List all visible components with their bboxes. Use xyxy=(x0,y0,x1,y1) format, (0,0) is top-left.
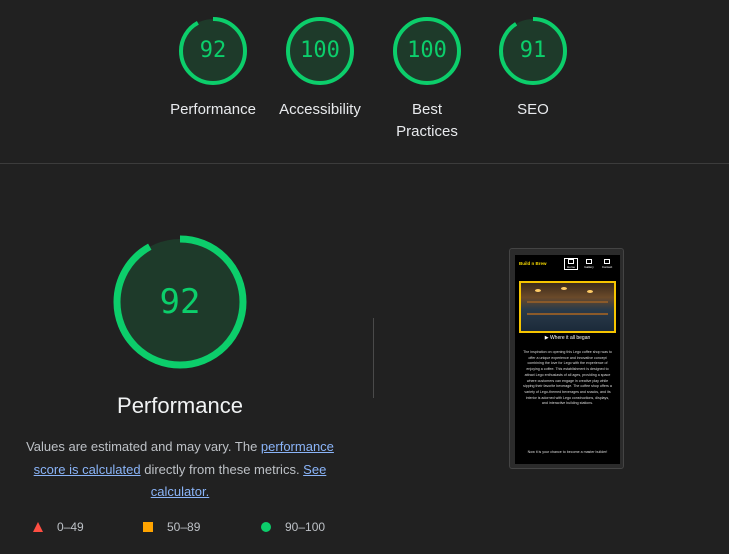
thumbnail-hero-image xyxy=(519,281,616,333)
performance-gauge-large: 92 xyxy=(110,232,250,372)
page-screenshot-thumbnail[interactable]: Build n Brew Home Gallery Contact ▶ Wher… xyxy=(509,248,624,469)
section-divider xyxy=(0,163,729,164)
legend-average: 50–89 xyxy=(143,520,200,534)
contact-icon xyxy=(604,259,610,264)
gauge-seo[interactable]: 91 SEO xyxy=(478,15,588,121)
performance-title: Performance xyxy=(117,393,243,418)
gauge-score: 100 xyxy=(407,38,447,63)
gauge-label: Performance xyxy=(170,101,256,118)
performance-description: Values are estimated and may vary. The p… xyxy=(18,436,342,504)
description-text: Values are estimated and may vary. The xyxy=(26,439,261,454)
thumbnail-screen: Build n Brew Home Gallery Contact ▶ Wher… xyxy=(515,255,620,464)
legend-range: 0–49 xyxy=(57,520,84,534)
gauge-label: Best Practices xyxy=(396,101,458,140)
thumbnail-cta: Now it is your chance to become a master… xyxy=(527,450,608,454)
thumbnail-nav-contact: Contact xyxy=(601,259,613,269)
thumbnail-nav: Build n Brew Home Gallery Contact xyxy=(515,258,620,273)
gauge-best-practices[interactable]: 100 Best Practices xyxy=(372,15,482,143)
category-gauges: 92 Performance 100 Accessibility 100 Bes… xyxy=(0,0,729,163)
gallery-icon xyxy=(586,259,592,264)
thumbnail-subheading: ▶ Where it all began xyxy=(515,335,620,341)
description-text: directly from these metrics. xyxy=(140,461,304,477)
red-triangle-icon xyxy=(33,522,43,532)
subheading-text: Where it all began xyxy=(549,335,591,341)
gauge-score: 92 xyxy=(199,38,227,63)
thumbnail-nav-gallery: Gallery xyxy=(583,259,595,269)
vertical-separator xyxy=(373,318,374,398)
thumbnail-paragraph: The inspiration on opening this Lego cof… xyxy=(523,350,612,406)
gauge-score: 100 xyxy=(300,38,340,63)
score-legend: 0–49 50–89 90–100 xyxy=(0,520,360,540)
gauge-accessibility[interactable]: 100 Accessibility xyxy=(265,15,375,121)
green-circle-icon xyxy=(261,522,271,532)
performance-score: 92 xyxy=(159,282,201,322)
nav-label: Home xyxy=(566,265,575,269)
gauge-label: SEO xyxy=(517,101,549,118)
legend-pass: 90–100 xyxy=(261,520,325,534)
orange-square-icon xyxy=(143,522,153,532)
legend-fail: 0–49 xyxy=(33,520,84,534)
thumbnail-nav-home: Home xyxy=(564,258,578,270)
home-icon xyxy=(568,259,574,264)
legend-range: 50–89 xyxy=(167,520,201,534)
gauge-score: 91 xyxy=(519,38,547,63)
nav-label: Gallery xyxy=(584,265,594,269)
gauge-label: Accessibility xyxy=(279,101,361,118)
thumbnail-brand: Build n Brew xyxy=(519,261,547,266)
legend-range: 90–100 xyxy=(285,520,326,534)
nav-label: Contact xyxy=(601,265,613,269)
gauge-performance[interactable]: 92 Performance xyxy=(158,15,268,121)
